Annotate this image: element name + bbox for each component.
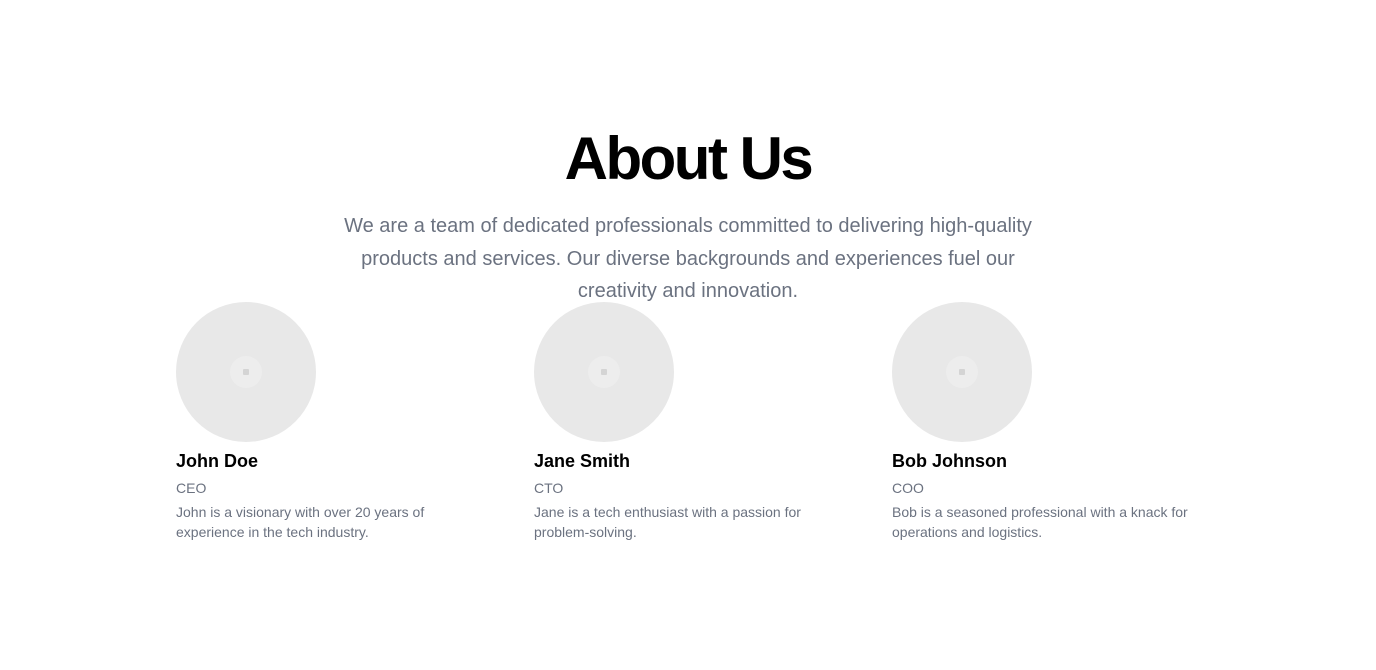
page-title: About Us	[564, 125, 814, 192]
member-name: John Doe	[176, 451, 259, 471]
member-role: CEO	[176, 480, 207, 496]
about-section: About Us We are a team of dedicated prof…	[0, 124, 1376, 308]
member-name: Jane Smith	[534, 451, 631, 471]
avatar	[892, 302, 1032, 442]
member-bio: Jane is a tech enthusiast with a passion…	[534, 504, 801, 540]
team-grid: John Doe CEO John is a visionary with ov…	[176, 302, 1200, 542]
avatar	[534, 302, 674, 442]
member-role: CTO	[534, 480, 564, 496]
member-name: Bob Johnson	[892, 451, 1007, 471]
member-bio: John is a visionary with over 20 years o…	[176, 504, 425, 540]
member-role: COO	[892, 480, 924, 496]
image-placeholder-dot	[601, 369, 607, 375]
team-member-card: Jane Smith CTO Jane is a tech enthusiast…	[534, 302, 842, 542]
image-placeholder-dot	[959, 369, 965, 375]
team-member-card: John Doe CEO John is a visionary with ov…	[176, 302, 484, 542]
team-member-card: Bob Johnson COO Bob is a seasoned profes…	[892, 302, 1200, 542]
about-page: About Us We are a team of dedicated prof…	[0, 0, 1376, 670]
image-placeholder-dot	[243, 369, 249, 375]
avatar	[176, 302, 316, 442]
member-bio: Bob is a seasoned professional with a kn…	[892, 504, 1188, 540]
about-description: We are a team of dedicated professionals…	[344, 215, 1032, 302]
